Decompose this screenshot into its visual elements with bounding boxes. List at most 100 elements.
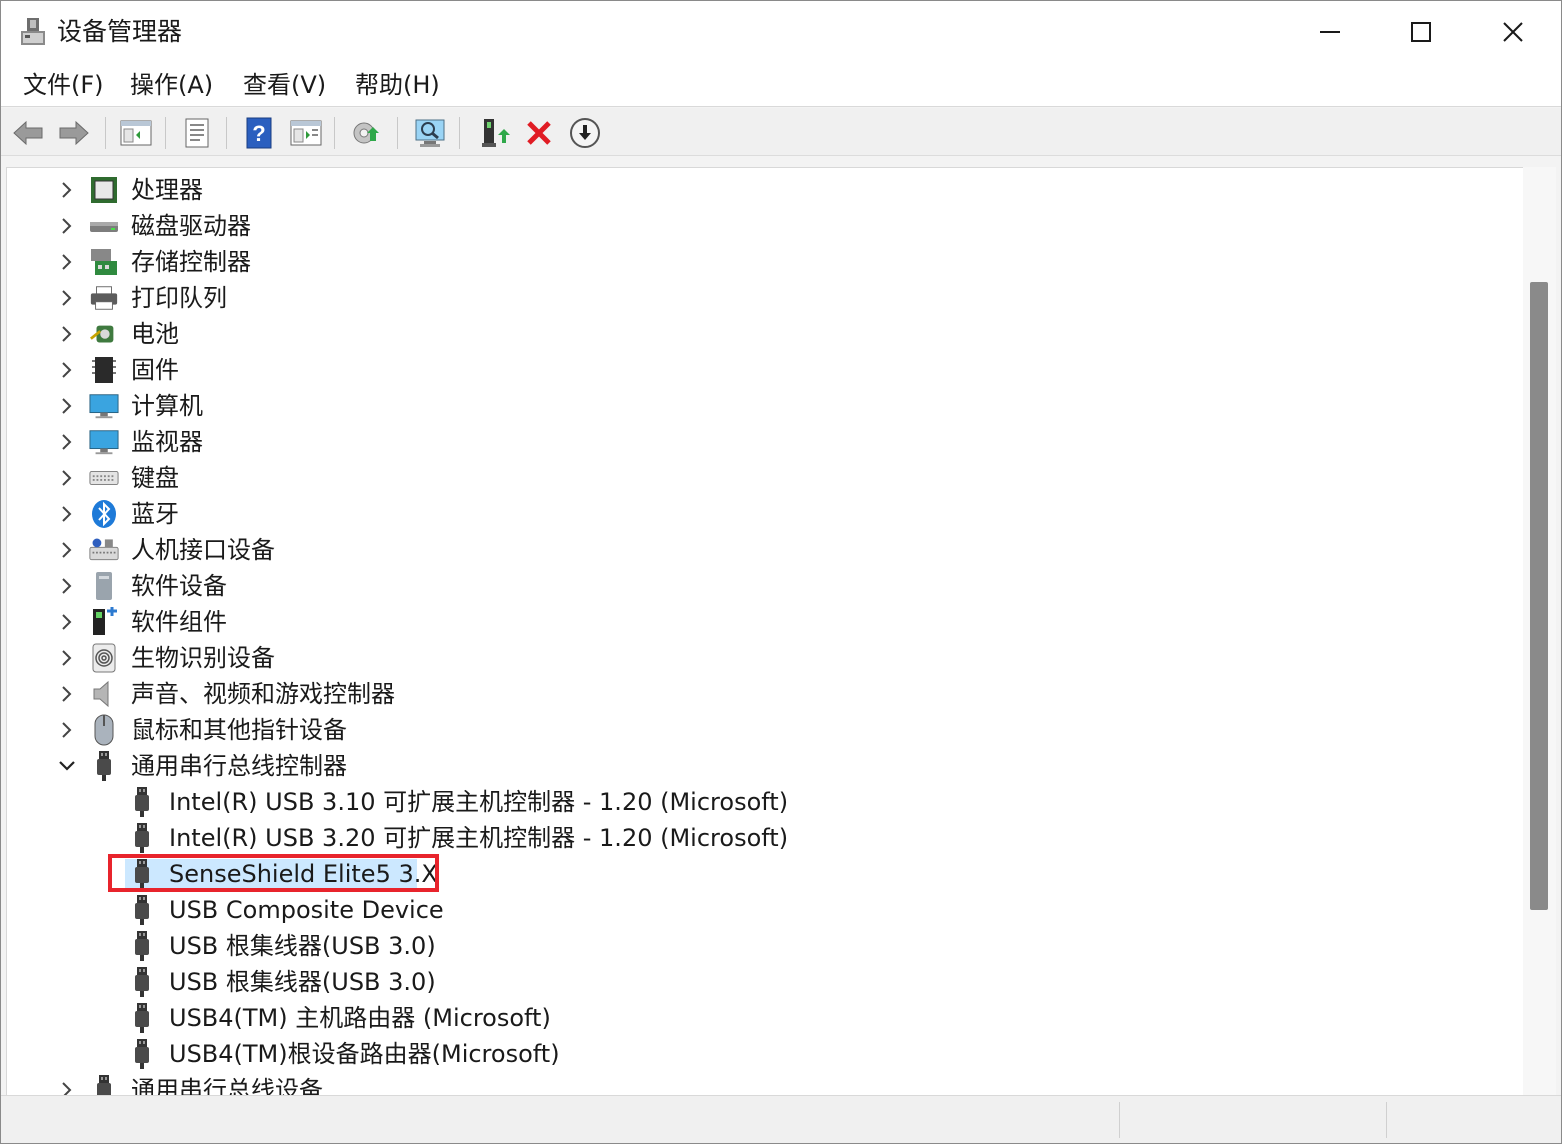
tree-category[interactable]: 计算机 — [7, 388, 1517, 424]
device-manager-icon — [19, 17, 47, 47]
usb-plug-icon — [127, 967, 157, 997]
device-tree[interactable]: 处理器磁盘驱动器 存储控制器 打印队列 电池 固件 计算机监视器键盘蓝牙人机接口设备 软件设… — [6, 167, 1556, 1095]
tree-category[interactable]: 鼠标和其他指针设备 — [7, 712, 1517, 748]
minimize-button[interactable] — [1284, 1, 1376, 63]
tree-category[interactable]: 通用串行总线控制器 — [7, 748, 1517, 784]
close-button[interactable] — [1467, 1, 1559, 63]
tree-category[interactable]: 键盘 — [7, 460, 1517, 496]
chevron-right-icon[interactable] — [57, 360, 77, 380]
toolbar-separator — [334, 117, 335, 149]
usb-plug-icon — [127, 1003, 157, 1033]
tree-item-label: USB Composite Device — [169, 896, 444, 924]
status-separator — [1119, 1102, 1120, 1138]
tree-category[interactable]: 处理器 — [7, 172, 1517, 208]
chevron-right-icon[interactable] — [57, 504, 77, 524]
export-button[interactable] — [289, 116, 323, 150]
chevron-right-icon[interactable] — [57, 468, 77, 488]
back-button[interactable] — [11, 116, 45, 150]
tree-item-label: 监视器 — [131, 428, 203, 456]
speaker-icon — [89, 679, 119, 709]
tree-device[interactable]: Intel(R) USB 3.20 可扩展主机控制器 - 1.20 (Micro… — [7, 820, 1517, 856]
back-arrow-icon — [13, 120, 43, 146]
menu-file[interactable]: 文件(F) — [23, 69, 104, 101]
chevron-right-icon[interactable] — [57, 612, 77, 632]
tree-category[interactable]: 软件组件 — [7, 604, 1517, 640]
title-bar[interactable]: 设备管理器 — [1, 1, 1561, 63]
enable-device-button[interactable] — [477, 116, 511, 150]
maximize-button[interactable] — [1375, 1, 1467, 63]
disable-button[interactable] — [568, 116, 602, 150]
keyboard-icon — [89, 463, 119, 493]
chevron-right-icon[interactable] — [57, 720, 77, 740]
selection-highlight-box — [108, 854, 439, 892]
chevron-right-icon[interactable] — [57, 252, 77, 272]
chevron-right-icon[interactable] — [57, 1080, 77, 1095]
tree-category[interactable]: 存储控制器 — [7, 244, 1517, 280]
properties-button[interactable] — [180, 116, 214, 150]
tree-category[interactable]: 通用串行总线设备 — [7, 1072, 1517, 1095]
device-manager-window: 设备管理器 文件(F) 操作(A) 查看(V) 帮助(H) ? 处理器 磁盘驱动… — [0, 0, 1562, 1144]
chevron-right-icon[interactable] — [57, 432, 77, 452]
tree-device[interactable]: USB 根集线器(USB 3.0) — [7, 964, 1517, 1000]
tree-category[interactable]: 生物识别设备 — [7, 640, 1517, 676]
tree-device[interactable]: USB 根集线器(USB 3.0) — [7, 928, 1517, 964]
hid-icon — [89, 535, 119, 565]
tree-category[interactable]: 人机接口设备 — [7, 532, 1517, 568]
help-button[interactable]: ? — [242, 116, 276, 150]
uninstall-button[interactable] — [522, 116, 556, 150]
scrollbar-thumb[interactable] — [1530, 282, 1548, 910]
scan-hardware-button[interactable] — [413, 116, 447, 150]
storage-controller-icon — [89, 247, 119, 277]
computer-icon — [89, 391, 119, 421]
tree-device[interactable]: USB4(TM) 主机路由器 (Microsoft) — [7, 1000, 1517, 1036]
properties-icon — [185, 118, 209, 148]
usb-plug-icon — [127, 895, 157, 925]
tree-item-label: USB4(TM) 主机路由器 (Microsoft) — [169, 1004, 551, 1032]
chevron-down-icon[interactable] — [57, 756, 77, 776]
usb-icon — [89, 1075, 119, 1095]
usb-icon — [89, 751, 119, 781]
chevron-right-icon[interactable] — [57, 180, 77, 200]
close-icon — [1503, 22, 1523, 42]
usb-plug-icon — [127, 1039, 157, 1069]
tree-item-label: 软件组件 — [131, 608, 227, 636]
show-hide-tree-button[interactable] — [119, 116, 153, 150]
toolbar: ? — [1, 108, 1561, 156]
tree-device[interactable]: Intel(R) USB 3.10 可扩展主机控制器 - 1.20 (Micro… — [7, 784, 1517, 820]
chevron-right-icon[interactable] — [57, 396, 77, 416]
menu-action[interactable]: 操作(A) — [130, 69, 213, 101]
forward-arrow-icon — [59, 120, 89, 146]
chevron-right-icon[interactable] — [57, 540, 77, 560]
chevron-right-icon[interactable] — [57, 216, 77, 236]
tree-category[interactable]: 磁盘驱动器 — [7, 208, 1517, 244]
chevron-right-icon[interactable] — [57, 324, 77, 344]
battery-icon — [89, 319, 119, 349]
tree-category[interactable]: 软件设备 — [7, 568, 1517, 604]
chevron-right-icon[interactable] — [57, 288, 77, 308]
menu-view[interactable]: 查看(V) — [243, 69, 326, 101]
tree-category[interactable]: 声音、视频和游戏控制器 — [7, 676, 1517, 712]
bluetooth-icon — [89, 499, 119, 529]
tree-category[interactable]: 固件 — [7, 352, 1517, 388]
tree-item-label: 蓝牙 — [131, 500, 179, 528]
help-icon: ? — [246, 117, 272, 149]
tree-category[interactable]: 蓝牙 — [7, 496, 1517, 532]
tree-category[interactable]: 电池 — [7, 316, 1517, 352]
chevron-right-icon[interactable] — [57, 684, 77, 704]
tree-item-label: 声音、视频和游戏控制器 — [131, 680, 395, 708]
tree-device[interactable]: USB4(TM)根设备路由器(Microsoft) — [7, 1036, 1517, 1072]
tree-item-label: 键盘 — [131, 464, 179, 492]
chevron-right-icon[interactable] — [57, 648, 77, 668]
chevron-right-icon[interactable] — [57, 576, 77, 596]
menu-help[interactable]: 帮助(H) — [355, 69, 440, 101]
update-driver-button[interactable] — [350, 116, 384, 150]
enable-device-icon — [482, 119, 510, 147]
tree-category[interactable]: 监视器 — [7, 424, 1517, 460]
tree-device[interactable]: USB Composite Device — [7, 892, 1517, 928]
svg-text:?: ? — [252, 121, 265, 146]
maximize-icon — [1411, 22, 1431, 42]
window-title: 设备管理器 — [57, 17, 183, 46]
tree-item-label: 处理器 — [131, 176, 203, 204]
forward-button[interactable] — [57, 116, 91, 150]
tree-category[interactable]: 打印队列 — [7, 280, 1517, 316]
